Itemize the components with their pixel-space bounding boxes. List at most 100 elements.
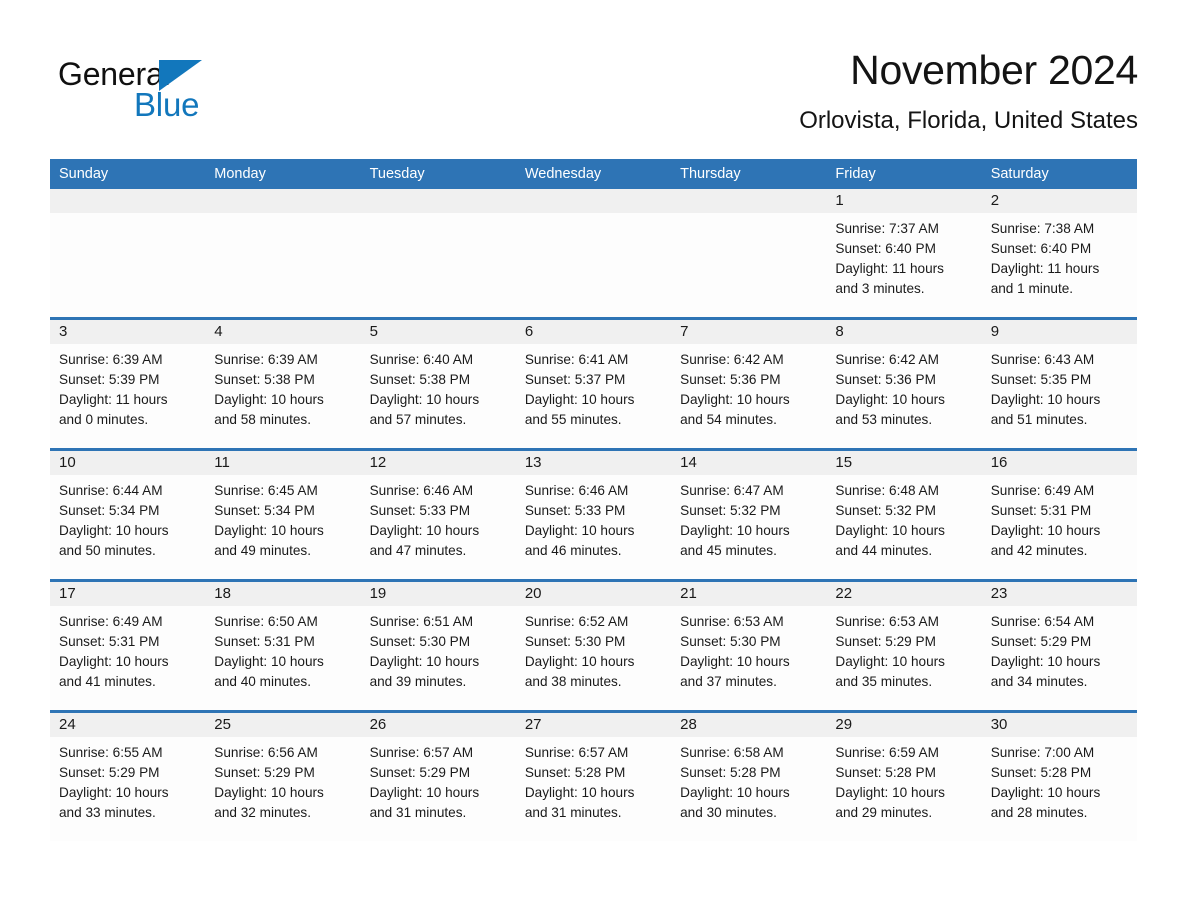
day-number-band: 7 (671, 320, 827, 344)
sunrise-text: Sunrise: 6:44 AM (59, 483, 163, 498)
day-details: Sunrise: 6:52 AM Sunset: 5:30 PM Daylight:… (516, 606, 671, 698)
calendar-week-row: 10 Sunrise: 6:44 AM Sunset: 5:34 PM Dayligh… (50, 448, 1137, 579)
day-number: 24 (59, 716, 76, 733)
calendar-day-cell[interactable]: 23 Sunrise: 6:54 AM Sunset: 5:29 PM Dayligh… (981, 582, 1137, 710)
calendar-day-cell[interactable]: 21 Sunrise: 6:53 AM Sunset: 5:30 PM Dayligh… (671, 582, 827, 710)
daylight-text: Daylight: 10 hours (835, 785, 945, 800)
calendar-day-cell[interactable]: 8 Sunrise: 6:42 AM Sunset: 5:36 PM Daylight… (826, 320, 982, 448)
calendar-day-cell[interactable]: 18 Sunrise: 6:50 AM Sunset: 5:31 PM Dayligh… (205, 582, 361, 710)
day-number-band: 28 (671, 713, 827, 737)
sunrise-text: Sunrise: 6:48 AM (835, 483, 939, 498)
daylight-text-cont: and 1 minute. (990, 281, 1074, 296)
sunrise-text: Sunrise: 6:43 AM (990, 352, 1095, 367)
calendar-day-cell[interactable]: 29 Sunrise: 6:59 AM Sunset: 5:28 PM Dayligh… (826, 713, 982, 841)
day-details: Sunrise: 6:45 AM Sunset: 5:34 PM Daylight:… (205, 475, 360, 567)
calendar-day-cell[interactable]: 7 Sunrise: 6:42 AM Sunset: 5:36 PM Daylight… (671, 320, 827, 448)
calendar-day-cell[interactable]: 10 Sunrise: 6:44 AM Sunset: 5:34 PM Dayligh… (50, 451, 206, 579)
day-details: Sunrise: 6:46 AM Sunset: 5:33 PM Daylight:… (361, 475, 516, 567)
day-details: Sunrise: 7:00 AM Sunset: 5:28 PM Daylight:… (982, 737, 1137, 829)
sunset-text: Sunset: 5:31 PM (214, 634, 315, 649)
calendar-day-cell[interactable]: 27 Sunrise: 6:57 AM Sunset: 5:28 PM Dayligh… (515, 713, 672, 841)
calendar-day-cell[interactable]: 16 Sunrise: 6:49 AM Sunset: 5:31 PM Dayligh… (981, 451, 1137, 579)
sunset-text: Sunset: 5:37 PM (524, 372, 626, 387)
calendar-day-cell[interactable]: 22 Sunrise: 6:53 AM Sunset: 5:29 PM Dayligh… (826, 582, 982, 710)
day-details: Sunrise: 6:48 AM Sunset: 5:32 PM Daylight:… (826, 475, 981, 567)
calendar-day-cell[interactable]: 5 Sunrise: 6:40 AM Sunset: 5:38 PM Daylight… (360, 320, 516, 448)
calendar-day-cell[interactable]: 24 Sunrise: 6:55 AM Sunset: 5:29 PM Dayligh… (50, 713, 206, 841)
daylight-text: Daylight: 10 hours (524, 785, 635, 800)
daylight-text: Daylight: 10 hours (990, 523, 1101, 538)
sunrise-text: Sunrise: 6:57 AM (369, 745, 474, 760)
location-subtitle: Orlovista, Florida, United States (799, 107, 1138, 134)
calendar-day-cell[interactable]: 28 Sunrise: 6:58 AM Sunset: 5:28 PM Dayligh… (671, 713, 827, 841)
sunset-text: Sunset: 5:30 PM (524, 634, 626, 649)
day-number: 10 (59, 454, 76, 471)
day-number-band: 13 (515, 451, 672, 475)
day-number: 4 (214, 323, 223, 340)
sunset-text: Sunset: 5:33 PM (524, 503, 626, 518)
calendar-day-cell[interactable]: 25 Sunrise: 6:56 AM Sunset: 5:29 PM Dayligh… (205, 713, 361, 841)
sunrise-text: Sunrise: 6:42 AM (835, 352, 939, 367)
sunset-text: Sunset: 5:36 PM (680, 372, 781, 387)
calendar-day-cell[interactable]: 9 Sunrise: 6:43 AM Sunset: 5:35 PM Daylight… (981, 320, 1137, 448)
sunset-text: Sunset: 5:30 PM (680, 634, 781, 649)
sunrise-text: Sunrise: 7:37 AM (835, 221, 939, 236)
day-details: Sunrise: 6:57 AM Sunset: 5:28 PM Daylight:… (516, 737, 671, 829)
calendar-day-cell[interactable]: 4 Sunrise: 6:39 AM Sunset: 5:38 PM Daylight… (205, 320, 361, 448)
sunrise-text: Sunrise: 6:50 AM (214, 614, 318, 629)
sunset-text: Sunset: 5:29 PM (990, 634, 1092, 649)
daylight-text: Daylight: 10 hours (990, 392, 1101, 407)
calendar-day-cell[interactable]: 3 Sunrise: 6:39 AM Sunset: 5:39 PM Daylight… (50, 320, 206, 448)
daylight-text: Daylight: 10 hours (59, 523, 169, 538)
day-number-band: 16 (981, 451, 1137, 475)
daylight-text-cont: and 54 minutes. (680, 412, 777, 427)
calendar-day-cell[interactable]: 30 Sunrise: 7:00 AM Sunset: 5:28 PM Dayligh… (981, 713, 1137, 841)
daylight-text-cont: and 28 minutes. (990, 805, 1088, 820)
brand-name-blue: Blue (134, 86, 200, 123)
sunset-text: Sunset: 5:39 PM (59, 372, 160, 387)
sunset-text: Sunset: 5:29 PM (59, 765, 160, 780)
sunrise-text: Sunrise: 6:45 AM (214, 483, 318, 498)
daylight-text: Daylight: 10 hours (214, 523, 324, 538)
daylight-text-cont: and 41 minutes. (59, 674, 156, 689)
calendar-day-cell[interactable]: 26 Sunrise: 6:57 AM Sunset: 5:29 PM Dayligh… (360, 713, 516, 841)
day-details (516, 213, 671, 305)
day-details: Sunrise: 6:55 AM Sunset: 5:29 PM Daylight:… (50, 737, 205, 829)
daylight-text: Daylight: 11 hours (990, 261, 1100, 276)
sunrise-text: Sunrise: 6:47 AM (680, 483, 784, 498)
title-block: November 2024 Orlovista, Florida, United… (799, 44, 1138, 136)
calendar-day-cell[interactable]: 19 Sunrise: 6:51 AM Sunset: 5:30 PM Dayligh… (360, 582, 516, 710)
day-number-band: 22 (826, 582, 982, 606)
calendar-day-cell[interactable]: 6 Sunrise: 6:41 AM Sunset: 5:37 PM Daylight… (515, 320, 672, 448)
calendar-day-cell[interactable]: 11 Sunrise: 6:45 AM Sunset: 5:34 PM Dayligh… (205, 451, 361, 579)
day-number: 15 (835, 454, 853, 471)
daylight-text-cont: and 0 minutes. (59, 412, 149, 427)
day-details: Sunrise: 6:53 AM Sunset: 5:29 PM Daylight:… (826, 606, 981, 698)
sunrise-text: Sunrise: 6:49 AM (59, 614, 163, 629)
day-number-band (360, 189, 516, 213)
calendar-day-cell[interactable]: 12 Sunrise: 6:46 AM Sunset: 5:33 PM Dayligh… (360, 451, 516, 579)
day-number-band: 24 (50, 713, 206, 737)
day-number: 11 (214, 454, 230, 471)
calendar-day-cell[interactable]: 14 Sunrise: 6:47 AM Sunset: 5:32 PM Dayligh… (671, 451, 827, 579)
day-details: Sunrise: 6:49 AM Sunset: 5:31 PM Daylight:… (982, 475, 1137, 567)
calendar-day-cell[interactable]: 20 Sunrise: 6:52 AM Sunset: 5:30 PM Dayligh… (515, 582, 672, 710)
day-number: 7 (680, 323, 689, 340)
sunset-text: Sunset: 5:38 PM (214, 372, 315, 387)
calendar-day-cell[interactable]: 1 Sunrise: 7:37 AM Sunset: 6:40 PM Daylight… (826, 189, 982, 317)
day-details: Sunrise: 6:59 AM Sunset: 5:28 PM Daylight:… (826, 737, 981, 829)
daylight-text: Daylight: 10 hours (990, 785, 1101, 800)
day-number-band: 15 (826, 451, 982, 475)
calendar-weeks: 1 Sunrise: 7:37 AM Sunset: 6:40 PM Daylight… (50, 189, 1137, 841)
calendar-day-cell[interactable]: 2 Sunrise: 7:38 AM Sunset: 6:40 PM Daylight… (981, 189, 1137, 317)
calendar-day-cell[interactable]: 17 Sunrise: 6:49 AM Sunset: 5:31 PM Dayligh… (50, 582, 206, 710)
daylight-text: Daylight: 11 hours (835, 261, 944, 276)
sunset-text: Sunset: 5:38 PM (369, 372, 471, 387)
day-number-band: 21 (671, 582, 827, 606)
day-details: Sunrise: 7:38 AM Sunset: 6:40 PM Daylight:… (982, 213, 1137, 305)
daylight-text: Daylight: 10 hours (835, 654, 945, 669)
brand-logo[interactable]: General Blue (58, 56, 258, 132)
calendar-day-cell[interactable]: 15 Sunrise: 6:48 AM Sunset: 5:32 PM Dayligh… (826, 451, 982, 579)
daylight-text-cont: and 53 minutes. (835, 412, 933, 427)
calendar-day-cell[interactable]: 13 Sunrise: 6:46 AM Sunset: 5:33 PM Dayligh… (515, 451, 672, 579)
